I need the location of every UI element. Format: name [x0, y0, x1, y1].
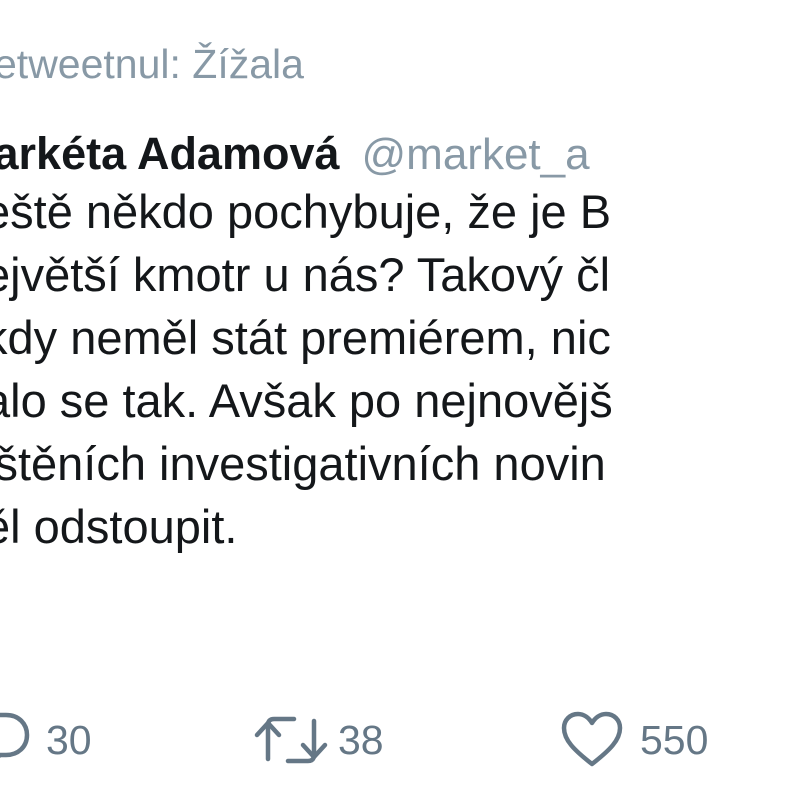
author-display-name[interactable]: larkéta Adamová	[0, 128, 340, 179]
like-button[interactable]: 550	[560, 700, 708, 780]
retweet-icon	[252, 707, 330, 773]
tweet-text-line: ištěních investigativních novin	[0, 437, 606, 490]
tweet-text-line: ěl odstoupit.	[0, 500, 238, 553]
reply-button[interactable]: 30	[0, 700, 92, 780]
like-count: 550	[640, 717, 709, 763]
tweet-text-line: kdy neměl stát premiérem, nic	[0, 311, 611, 364]
heart-icon	[560, 710, 624, 770]
reply-icon	[0, 707, 32, 773]
author-handle[interactable]: @market_a	[362, 130, 590, 179]
tweet-text: eště někdo pochybuje, že je B ejvětší km…	[0, 180, 808, 558]
tweet-text-line: eště někdo pochybuje, že je B	[0, 185, 612, 238]
retweet-context[interactable]: etweetnul: Žížala	[0, 36, 304, 92]
tweet-card: etweetnul: Žížala larkéta Adamová @market…	[0, 0, 808, 808]
retweet-button[interactable]: 38	[252, 700, 384, 780]
tweet-text-line: ejvětší kmotr u nás? Takový čl	[0, 248, 611, 301]
tweet-text-line: alo se tak. Avšak po nejnovějš	[0, 374, 613, 427]
tweet-actions: 30 38 550	[0, 700, 808, 780]
reply-count: 30	[46, 717, 92, 763]
retweet-count: 38	[338, 717, 384, 763]
